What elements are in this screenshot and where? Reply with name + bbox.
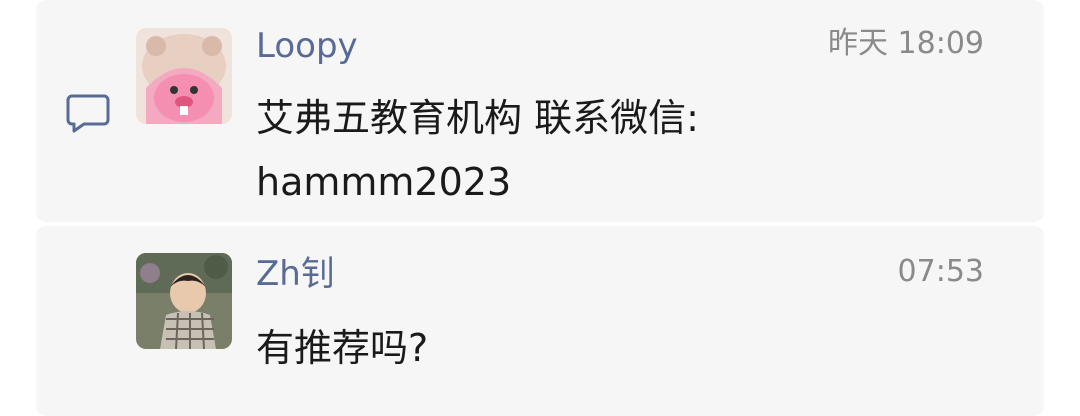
- avatar[interactable]: [136, 253, 232, 349]
- comment-text-line: hammm2023: [256, 160, 512, 204]
- comment-text-line: 有推荐吗?: [256, 326, 429, 370]
- avatar[interactable]: [136, 28, 232, 124]
- comment-text-line: 艾弗五教育机构 联系微信:: [256, 96, 699, 140]
- comment-author[interactable]: Zh钊: [256, 254, 335, 294]
- comment-time: 昨天 18:09: [828, 26, 984, 61]
- comment-bubble-icon: [66, 94, 110, 133]
- pink-beaver-avatar-icon: [136, 28, 232, 124]
- child-photo-avatar-icon: [136, 253, 232, 349]
- comment-time: 07:53: [897, 254, 984, 289]
- comment-author[interactable]: Loopy: [256, 26, 358, 66]
